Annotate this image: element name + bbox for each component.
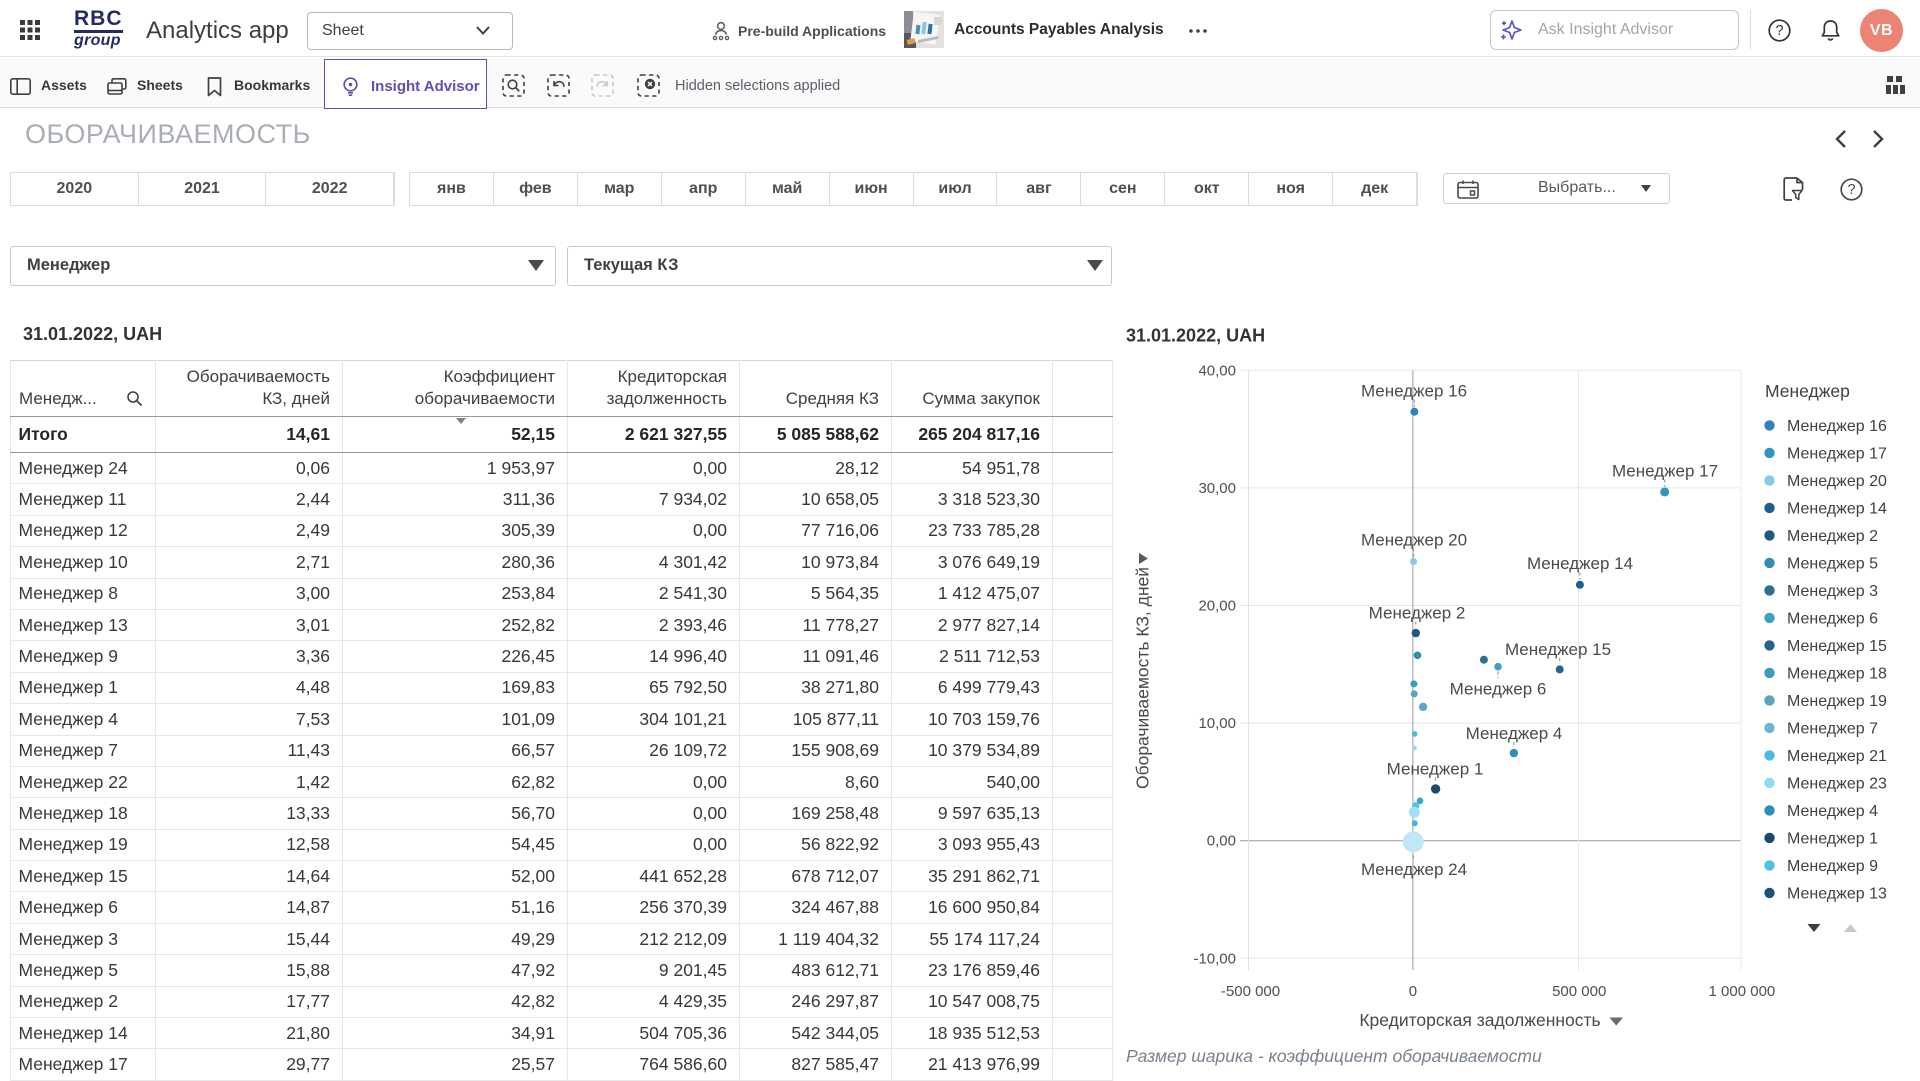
svg-text:Менеджер 3: Менеджер 3 bbox=[1787, 583, 1878, 600]
svg-text:Менеджер 19: Менеджер 19 bbox=[1787, 693, 1887, 710]
svg-text:10,00: 10,00 bbox=[1198, 715, 1236, 732]
svg-text:-500 000: -500 000 bbox=[1221, 983, 1280, 1000]
svg-text:0: 0 bbox=[1409, 983, 1417, 1000]
svg-text:Менеджер 7: Менеджер 7 bbox=[1787, 720, 1878, 737]
svg-text:31.01.2022, UAH: 31.01.2022, UAH bbox=[1126, 326, 1265, 346]
svg-text:Менеджер 23: Менеджер 23 bbox=[1787, 775, 1887, 792]
svg-text:Менеджер 17: Менеджер 17 bbox=[1612, 462, 1718, 481]
svg-text:1 000 000: 1 000 000 bbox=[1709, 983, 1776, 1000]
svg-text:Менеджер 21: Менеджер 21 bbox=[1787, 748, 1887, 765]
svg-text:Менеджер 14: Менеджер 14 bbox=[1787, 500, 1887, 517]
svg-text:0,00: 0,00 bbox=[1207, 833, 1236, 850]
svg-text:Менеджер 24: Менеджер 24 bbox=[1361, 860, 1467, 879]
svg-text:Менеджер 1: Менеджер 1 bbox=[1387, 760, 1484, 779]
svg-text:Менеджер 17: Менеджер 17 bbox=[1787, 445, 1887, 462]
svg-text:-10,00: -10,00 bbox=[1193, 950, 1236, 967]
svg-text:500 000: 500 000 bbox=[1552, 983, 1606, 1000]
svg-text:Менеджер 2: Менеджер 2 bbox=[1787, 528, 1878, 545]
svg-text:?: ? bbox=[1775, 23, 1783, 39]
svg-text:Кредиторская задолженность: Кредиторская задолженность bbox=[1359, 1010, 1600, 1030]
svg-text:Менеджер 13: Менеджер 13 bbox=[1787, 885, 1887, 902]
svg-text:Менеджер 20: Менеджер 20 bbox=[1361, 531, 1467, 550]
svg-text:Менеджер 5: Менеджер 5 bbox=[1787, 555, 1878, 572]
svg-text:Менеджер 20: Менеджер 20 bbox=[1787, 473, 1887, 490]
svg-text:Оборачиваемость КЗ, дней: Оборачиваемость КЗ, дней bbox=[1133, 567, 1153, 789]
svg-text:Размер шарика - коэффициент об: Размер шарика - коэффициент оборачиваемо… bbox=[1126, 1046, 1542, 1066]
svg-text:20,00: 20,00 bbox=[1198, 598, 1236, 615]
svg-text:Менеджер 6: Менеджер 6 bbox=[1450, 680, 1547, 699]
svg-text:40,00: 40,00 bbox=[1198, 362, 1236, 379]
svg-text:Менеджер 4: Менеджер 4 bbox=[1466, 724, 1563, 743]
svg-text:Менеджер 16: Менеджер 16 bbox=[1361, 382, 1467, 401]
svg-text:Менеджер 4: Менеджер 4 bbox=[1787, 803, 1878, 820]
svg-text:Менеджер: Менеджер bbox=[1765, 381, 1850, 401]
svg-text:?: ? bbox=[1847, 182, 1855, 198]
svg-text:Менеджер 2: Менеджер 2 bbox=[1369, 604, 1466, 623]
svg-text:Менеджер 15: Менеджер 15 bbox=[1787, 638, 1887, 655]
svg-text:Менеджер 16: Менеджер 16 bbox=[1787, 418, 1887, 435]
svg-text:Менеджер 9: Менеджер 9 bbox=[1787, 858, 1878, 875]
svg-text:Менеджер 14: Менеджер 14 bbox=[1527, 554, 1633, 573]
svg-text:30,00: 30,00 bbox=[1198, 480, 1236, 497]
svg-text:Менеджер 6: Менеджер 6 bbox=[1787, 610, 1878, 627]
svg-text:Менеджер 1: Менеджер 1 bbox=[1787, 830, 1878, 847]
svg-text:Менеджер 18: Менеджер 18 bbox=[1787, 665, 1887, 682]
svg-text:Менеджер 15: Менеджер 15 bbox=[1505, 640, 1611, 659]
